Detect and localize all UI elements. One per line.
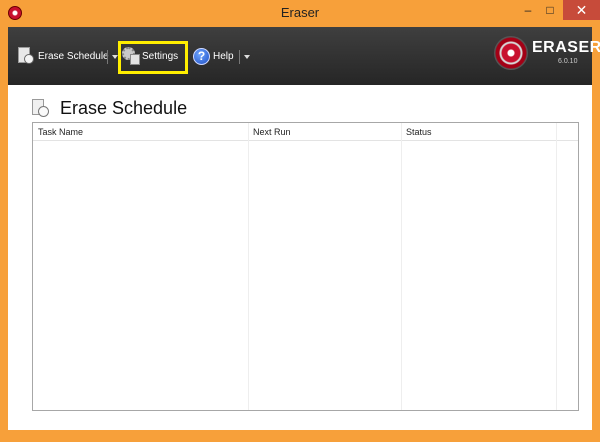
- schedule-clock-icon: [32, 99, 49, 117]
- column-header-next-run[interactable]: Next Run: [253, 127, 291, 137]
- column-header-task-name[interactable]: Task Name: [38, 127, 83, 137]
- brand-version: 6.0.10: [558, 58, 578, 65]
- settings-highlight-box: [118, 41, 188, 74]
- content-panel: Erase Schedule Task Name Next Run Status: [8, 85, 592, 430]
- help-button[interactable]: ? Help: [193, 27, 234, 85]
- toolbar-separator: [239, 50, 240, 64]
- erase-schedule-label: Erase Schedule: [38, 50, 109, 62]
- column-divider: [401, 123, 402, 410]
- window-title: Eraser: [280, 5, 320, 20]
- minimize-button[interactable]: –: [516, 0, 540, 20]
- column-divider: [556, 123, 557, 410]
- toolbar-separator: [107, 50, 108, 64]
- close-button[interactable]: ✕: [563, 0, 600, 20]
- task-list-header: Task Name Next Run Status: [33, 123, 578, 141]
- column-divider: [248, 123, 249, 410]
- maximize-button[interactable]: □: [540, 0, 560, 20]
- page-title: Erase Schedule: [60, 98, 188, 118]
- help-label: Help: [213, 50, 234, 62]
- help-dropdown-icon[interactable]: [244, 55, 250, 59]
- title-bar: Eraser – □ ✕: [0, 0, 600, 27]
- column-header-status[interactable]: Status: [406, 127, 432, 137]
- help-icon: ?: [193, 47, 210, 65]
- eraser-logo-icon: [494, 36, 528, 70]
- erase-schedule-button[interactable]: Erase Schedule: [18, 27, 109, 85]
- schedule-clock-icon: [18, 47, 34, 65]
- brand-name: ERASER: [532, 39, 600, 56]
- task-list[interactable]: Task Name Next Run Status: [32, 122, 579, 411]
